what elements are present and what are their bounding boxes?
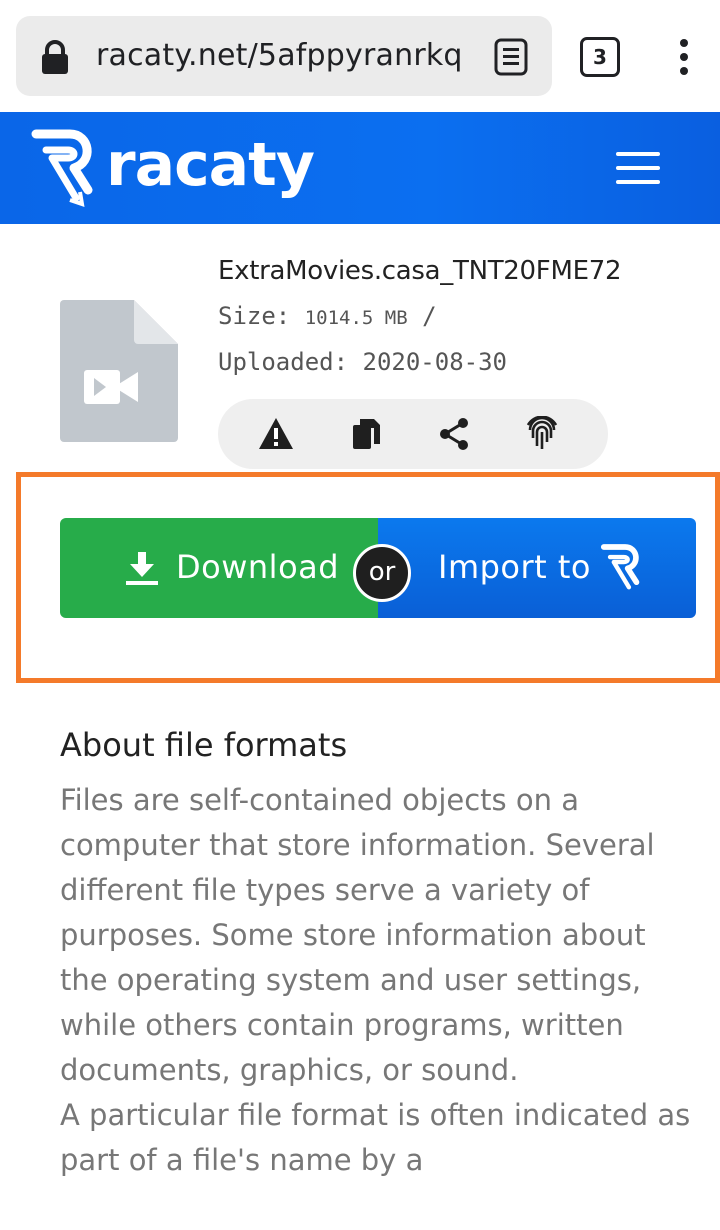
download-icon [126,552,158,585]
fingerprint-icon[interactable] [524,416,560,452]
file-name: ExtraMovies.casa_TNT20FME72 [218,256,622,286]
about-paragraph: A particular file format is often indica… [60,1098,691,1177]
racaty-logo-icon[interactable] [30,128,100,210]
video-file-icon [60,300,178,442]
share-icon[interactable] [436,416,472,452]
upload-date: Uploaded: 2020-08-30 [218,348,507,376]
lock-icon[interactable] [40,40,70,74]
size-label: Size: [218,302,291,330]
racaty-small-logo-icon [600,544,640,590]
copy-icon[interactable] [348,416,384,452]
url-text[interactable]: racaty.net/5afppyranrkq [96,38,463,73]
size-value: 1014.5 MB [304,307,408,329]
about-heading: About file formats [60,726,348,764]
tabs-counter[interactable]: 3 [580,37,620,77]
file-actions-bar [218,399,608,469]
reader-mode-icon[interactable] [494,38,528,76]
hamburger-menu-icon[interactable] [616,152,660,186]
about-paragraph: Files are self-contained objects on a co… [60,783,655,1087]
logo-text[interactable]: racaty [106,130,315,200]
about-text: Files are self-contained objects on a co… [60,778,700,1183]
file-size: Size: 1014.5 MB / [218,302,437,330]
report-icon[interactable] [258,416,294,452]
size-separator: / [422,302,437,330]
import-label: Import to [438,548,591,586]
download-label: Download [176,548,340,586]
download-button[interactable]: Download [60,518,378,618]
uploaded-value: 2020-08-30 [362,348,508,376]
overflow-menu-icon[interactable] [674,38,694,76]
uploaded-label: Uploaded: [218,348,349,376]
import-button[interactable]: Import to [378,518,696,618]
browser-toolbar: racaty.net/5afppyranrkq 3 [0,0,720,112]
or-divider-badge: or [353,544,411,602]
